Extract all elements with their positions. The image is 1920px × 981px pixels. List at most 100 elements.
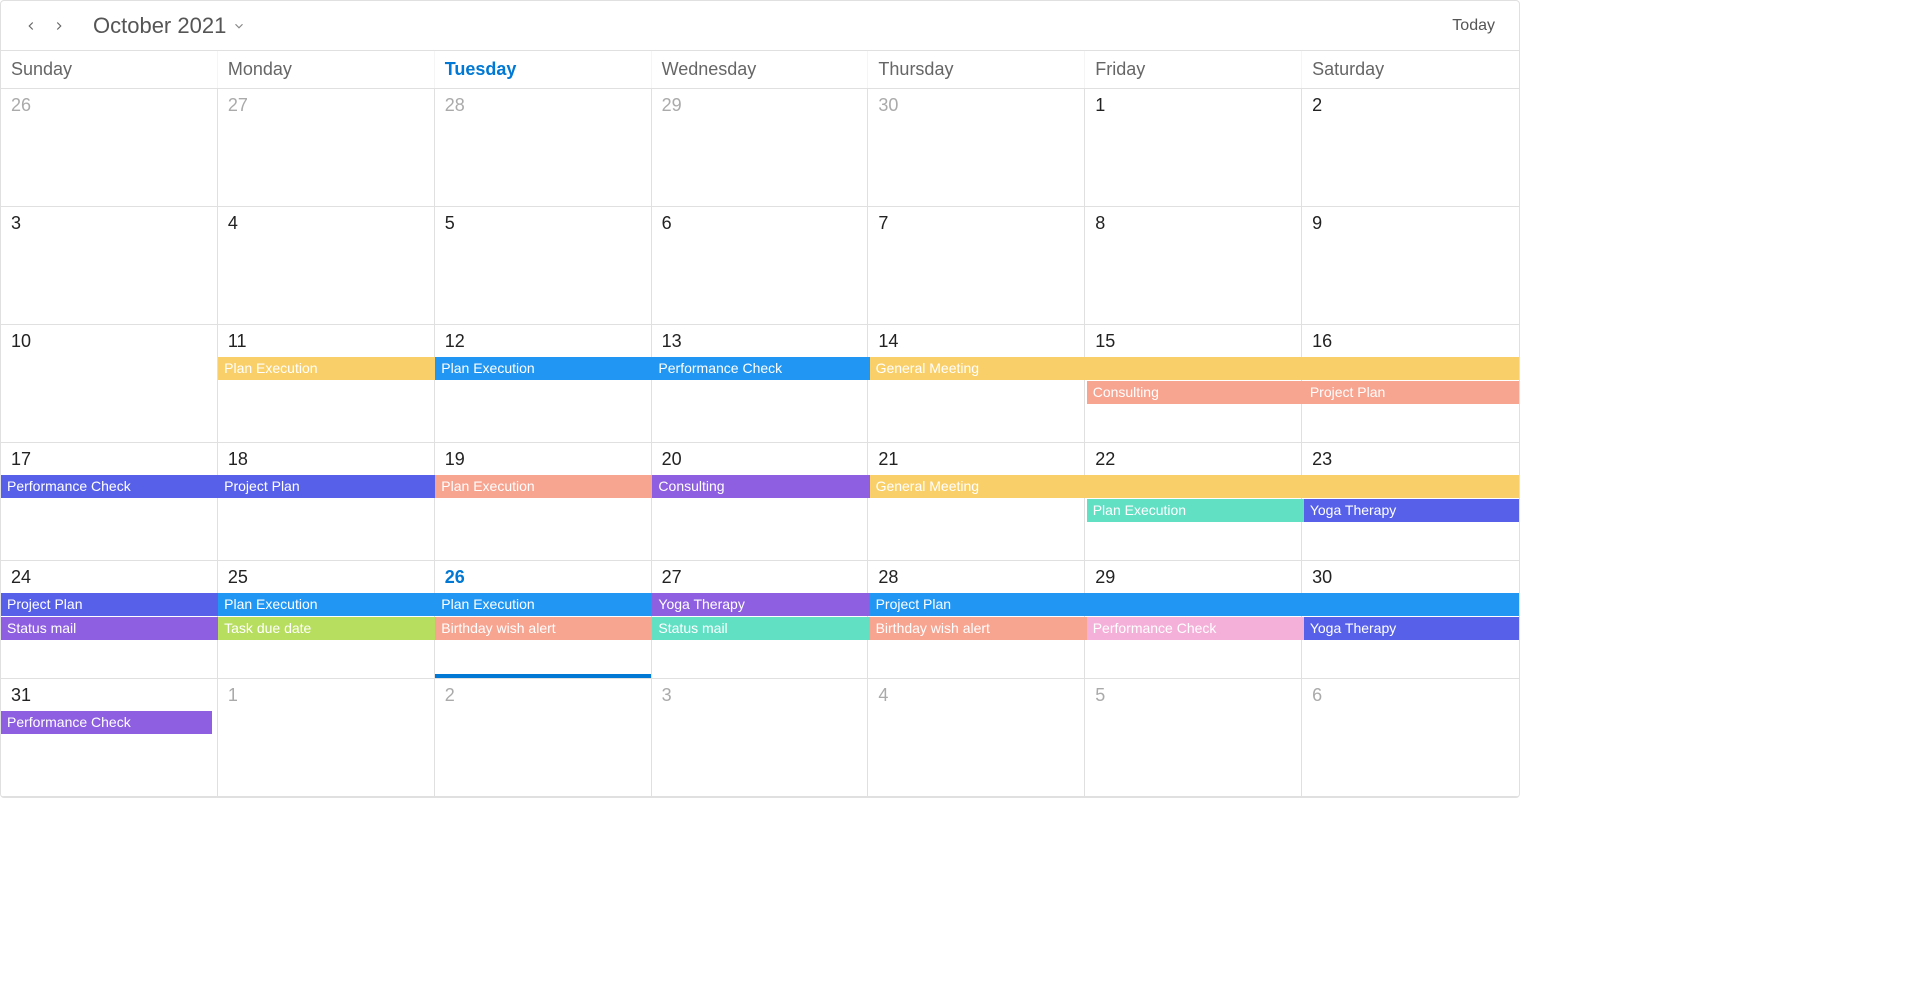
- calendar-day-cell[interactable]: 17: [1, 443, 218, 561]
- calendar-event[interactable]: Task due date: [218, 617, 435, 640]
- calendar-event[interactable]: Project Plan: [870, 593, 1520, 616]
- day-number: 6: [652, 207, 868, 236]
- next-month-button[interactable]: [45, 12, 73, 40]
- day-number: 2: [1302, 89, 1519, 118]
- calendar-day-cell[interactable]: 28: [435, 89, 652, 207]
- calendar-event[interactable]: Project Plan: [1304, 381, 1520, 404]
- calendar-day-cell[interactable]: 30: [868, 89, 1085, 207]
- calendar-event[interactable]: Plan Execution: [218, 357, 435, 380]
- chevron-right-icon: [52, 19, 66, 33]
- calendar-event[interactable]: Yoga Therapy: [1304, 499, 1520, 522]
- calendar-day-cell[interactable]: 20: [652, 443, 869, 561]
- day-number: 18: [218, 443, 434, 472]
- weekday-header: Monday: [218, 51, 435, 88]
- calendar-event[interactable]: General Meeting: [870, 475, 1520, 498]
- calendar-day-cell[interactable]: 9: [1302, 207, 1519, 325]
- day-number: 28: [435, 89, 651, 118]
- calendar-day-cell[interactable]: 27: [218, 89, 435, 207]
- calendar-event[interactable]: Performance Check: [1087, 617, 1304, 640]
- day-number: 11: [218, 325, 434, 354]
- calendar-day-cell[interactable]: 1: [1085, 89, 1302, 207]
- weekday-header: Friday: [1085, 51, 1302, 88]
- calendar-event[interactable]: Yoga Therapy: [1304, 617, 1520, 640]
- calendar-day-cell[interactable]: 19: [435, 443, 652, 561]
- calendar-day-cell[interactable]: 4: [218, 207, 435, 325]
- day-number: 17: [1, 443, 217, 472]
- calendar-day-cell[interactable]: 2: [435, 679, 652, 797]
- calendar-day-cell[interactable]: 7: [868, 207, 1085, 325]
- calendar-event[interactable]: Consulting: [652, 475, 869, 498]
- today-button[interactable]: Today: [1444, 13, 1503, 39]
- day-number: 3: [1, 207, 217, 236]
- calendar-toolbar: October 2021 Today: [1, 1, 1519, 51]
- calendar-event[interactable]: Performance Check: [1, 711, 212, 734]
- calendar-month-view: October 2021 Today SundayMondayTuesdayWe…: [0, 0, 1520, 798]
- day-number: 1: [1085, 89, 1301, 118]
- calendar-event[interactable]: Consulting: [1087, 381, 1304, 404]
- calendar-day-cell[interactable]: 4: [868, 679, 1085, 797]
- day-number: 27: [652, 561, 868, 590]
- day-number: 3: [652, 679, 868, 708]
- day-number: 26: [435, 561, 651, 590]
- weekday-header: Thursday: [868, 51, 1085, 88]
- calendar-day-cell[interactable]: 21: [868, 443, 1085, 561]
- calendar-day-cell[interactable]: 5: [1085, 679, 1302, 797]
- calendar-event[interactable]: Project Plan: [1, 593, 218, 616]
- day-number: 5: [435, 207, 651, 236]
- prev-month-button[interactable]: [17, 12, 45, 40]
- day-number: 27: [218, 89, 434, 118]
- calendar-day-cell[interactable]: 31: [1, 679, 218, 797]
- calendar-day-cell[interactable]: 6: [652, 207, 869, 325]
- month-picker-button[interactable]: October 2021: [93, 13, 246, 39]
- calendar-event[interactable]: Plan Execution: [1087, 499, 1304, 522]
- calendar-event[interactable]: Birthday wish alert: [870, 617, 1087, 640]
- weekday-header: Tuesday: [435, 51, 652, 88]
- calendar-day-cell[interactable]: 2: [1302, 89, 1519, 207]
- weekday-header-row: SundayMondayTuesdayWednesdayThursdayFrid…: [1, 51, 1519, 89]
- day-number: 26: [1, 89, 217, 118]
- calendar-day-cell[interactable]: 10: [1, 325, 218, 443]
- calendar-day-cell[interactable]: 1: [218, 679, 435, 797]
- chevron-left-icon: [24, 19, 38, 33]
- calendar-day-cell[interactable]: 3: [1, 207, 218, 325]
- day-number: 16: [1302, 325, 1519, 354]
- calendar-event[interactable]: Plan Execution: [218, 593, 435, 616]
- calendar-day-cell[interactable]: 29: [652, 89, 869, 207]
- calendar-event[interactable]: Project Plan: [218, 475, 435, 498]
- day-number: 12: [435, 325, 651, 354]
- month-title: October 2021: [93, 13, 226, 39]
- calendar-event[interactable]: Performance Check: [1, 475, 218, 498]
- calendar-day-cell[interactable]: 5: [435, 207, 652, 325]
- calendar-event[interactable]: Plan Execution: [435, 357, 652, 380]
- weekday-header: Wednesday: [652, 51, 869, 88]
- calendar-day-cell[interactable]: 14: [868, 325, 1085, 443]
- calendar-day-cell[interactable]: 13: [652, 325, 869, 443]
- calendar-event[interactable]: Plan Execution: [435, 593, 652, 616]
- calendar-event[interactable]: Yoga Therapy: [652, 593, 869, 616]
- calendar-grid: 2627282930123456789101112131415161718192…: [1, 89, 1519, 797]
- day-number: 31: [1, 679, 217, 708]
- day-number: 20: [652, 443, 868, 472]
- calendar-day-cell[interactable]: 18: [218, 443, 435, 561]
- day-number: 22: [1085, 443, 1301, 472]
- day-number: 28: [868, 561, 1084, 590]
- day-number: 14: [868, 325, 1084, 354]
- day-number: 8: [1085, 207, 1301, 236]
- day-number: 9: [1302, 207, 1519, 236]
- calendar-event[interactable]: Plan Execution: [435, 475, 652, 498]
- calendar-day-cell[interactable]: 12: [435, 325, 652, 443]
- calendar-event[interactable]: Birthday wish alert: [435, 617, 652, 640]
- calendar-day-cell[interactable]: 6: [1302, 679, 1519, 797]
- calendar-event[interactable]: Status mail: [1, 617, 218, 640]
- calendar-day-cell[interactable]: 3: [652, 679, 869, 797]
- day-number: 29: [652, 89, 868, 118]
- chevron-down-icon: [232, 19, 246, 33]
- calendar-event[interactable]: General Meeting: [870, 357, 1520, 380]
- day-number: 7: [868, 207, 1084, 236]
- day-number: 30: [868, 89, 1084, 118]
- day-number: 15: [1085, 325, 1301, 354]
- calendar-day-cell[interactable]: 26: [1, 89, 218, 207]
- calendar-day-cell[interactable]: 11: [218, 325, 435, 443]
- calendar-day-cell[interactable]: 8: [1085, 207, 1302, 325]
- day-number: 4: [868, 679, 1084, 708]
